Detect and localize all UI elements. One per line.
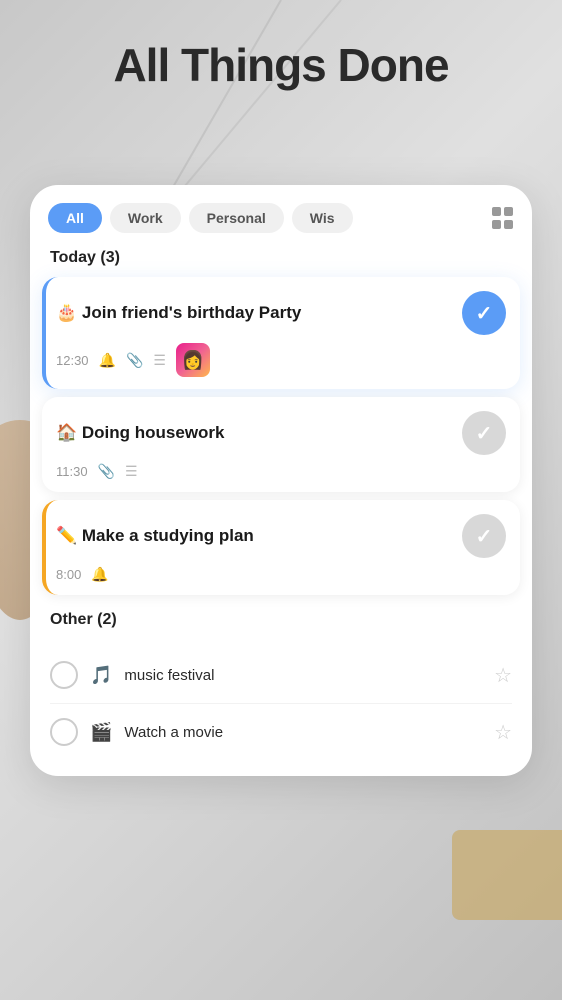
other-section-label: Other (2) (30, 607, 532, 639)
today-section-label: Today (3) (30, 245, 532, 277)
bell-icon-1: 🔔 (99, 352, 116, 369)
task-check-btn-1[interactable]: ✓ (462, 291, 506, 335)
bell-icon-3: 🔔 (91, 566, 108, 583)
star-icon-1[interactable]: ☆ (494, 663, 512, 688)
other-check-1[interactable] (50, 661, 78, 689)
notebook-decoration (452, 830, 562, 920)
filter-work[interactable]: Work (110, 203, 181, 233)
task-time-3: 8:00 (56, 567, 81, 582)
task-top-1: 🎂 Join friend's birthday Party ✓ (56, 291, 506, 335)
other-item-2: 🎬 Watch a movie ☆ (50, 704, 512, 760)
other-emoji-1: 🎵 (90, 665, 112, 686)
filter-all[interactable]: All (48, 203, 102, 233)
main-card: All Work Personal Wis Today (3) 🎂 Join f… (30, 185, 532, 776)
task-emoji-2: 🏠 (56, 423, 82, 442)
list-icon-2: ☰ (125, 463, 138, 480)
checkmark-icon-2: ✓ (476, 421, 493, 446)
task-meta-2: 11:30 📎 ☰ (56, 463, 506, 480)
other-title-1: music festival (124, 667, 482, 684)
task-item-2: 🏠 Doing housework ✓ 11:30 📎 ☰ (42, 397, 520, 492)
task-check-btn-2[interactable]: ✓ (462, 411, 506, 455)
task-title-3: ✏️ Make a studying plan (56, 526, 462, 546)
other-emoji-2: 🎬 (90, 722, 112, 743)
task-emoji-1: 🎂 (56, 303, 82, 322)
filter-wis[interactable]: Wis (292, 203, 353, 233)
task-title-2: 🏠 Doing housework (56, 423, 462, 443)
list-icon-1: ☰ (153, 352, 166, 369)
task-check-btn-3[interactable]: ✓ (462, 514, 506, 558)
attachment-icon-1: 📎 (126, 352, 143, 369)
task-meta-3: 8:00 🔔 (56, 566, 506, 583)
filter-row: All Work Personal Wis (30, 185, 532, 245)
other-check-2[interactable] (50, 718, 78, 746)
checkmark-icon-3: ✓ (476, 524, 493, 549)
task-item-3: ✏️ Make a studying plan ✓ 8:00 🔔 (42, 500, 520, 595)
task-meta-1: 12:30 🔔 📎 ☰ 👩 (56, 343, 506, 377)
attachment-icon-2: 📎 (98, 463, 115, 480)
task-thumbnail-1: 👩 (176, 343, 210, 377)
task-top-2: 🏠 Doing housework ✓ (56, 411, 506, 455)
other-section: 🎵 music festival ☆ 🎬 Watch a movie ☆ (30, 639, 532, 760)
task-item-1: 🎂 Join friend's birthday Party ✓ 12:30 🔔… (42, 277, 520, 389)
other-item-1: 🎵 music festival ☆ (50, 647, 512, 704)
task-time-2: 11:30 (56, 464, 88, 479)
task-emoji-3: ✏️ (56, 526, 82, 545)
task-title-1: 🎂 Join friend's birthday Party (56, 303, 462, 323)
task-time-1: 12:30 (56, 353, 89, 368)
filter-personal[interactable]: Personal (189, 203, 284, 233)
star-icon-2[interactable]: ☆ (494, 720, 512, 745)
app-title: All Things Done (0, 38, 562, 92)
checkmark-icon-1: ✓ (476, 301, 493, 326)
grid-view-icon[interactable] (492, 207, 514, 229)
task-top-3: ✏️ Make a studying plan ✓ (56, 514, 506, 558)
other-title-2: Watch a movie (124, 724, 482, 741)
